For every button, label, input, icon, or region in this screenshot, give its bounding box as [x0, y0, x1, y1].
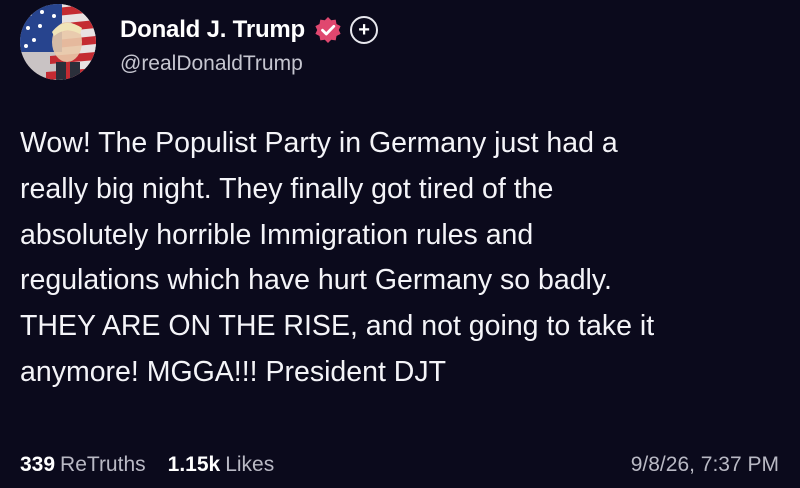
follow-button[interactable]: + [350, 16, 379, 44]
retruths-label: ReTruths [60, 453, 146, 476]
post-timestamp[interactable]: 9/8/26, 7:37 PM [631, 453, 779, 477]
avatar[interactable] [20, 4, 96, 80]
likes-count: 1.15k [167, 453, 221, 476]
likes-stat[interactable]: 1.15k Likes [168, 453, 275, 477]
truth-post: Donald J. Trump + @realDonaldTrump Wow! … [0, 0, 800, 488]
author-row: Donald J. Trump + [120, 14, 379, 46]
retruths-count: 339 [20, 453, 56, 476]
verified-badge-icon [314, 16, 342, 44]
avatar-image [20, 4, 96, 80]
author-display-name[interactable]: Donald J. Trump [120, 16, 305, 44]
retruths-stat[interactable]: 339 ReTruths [20, 453, 146, 477]
post-text: Wow! The Populist Party in Germany just … [20, 127, 655, 388]
author-handle[interactable]: @realDonaldTrump [120, 52, 303, 76]
likes-label: Likes [225, 453, 275, 476]
post-footer: 339 ReTruths 1.15k Likes 9/8/26, 7:37 PM [20, 451, 779, 479]
follow-plus-icon: + [358, 19, 370, 41]
